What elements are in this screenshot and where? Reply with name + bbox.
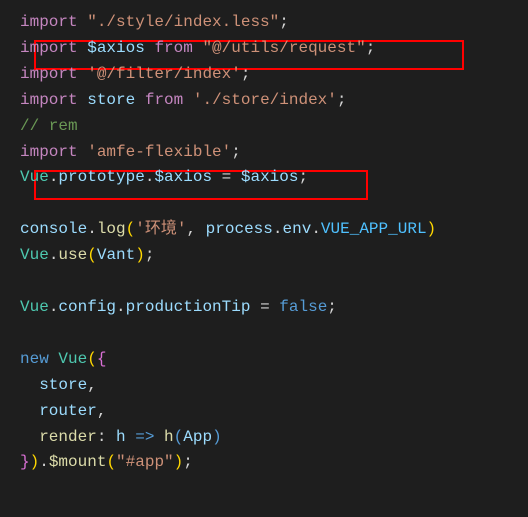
code-line: render: h => h(App) — [20, 425, 508, 451]
code-line: import '@/filter/index'; — [20, 62, 508, 88]
code-line: // rem — [20, 114, 508, 140]
code-line: import 'amfe-flexible'; — [20, 140, 508, 166]
blank-line — [20, 269, 508, 295]
code-line: import "./style/index.less"; — [20, 10, 508, 36]
code-editor: import "./style/index.less"; import $axi… — [20, 10, 508, 476]
blank-line — [20, 321, 508, 347]
code-line: import store from './store/index'; — [20, 88, 508, 114]
code-line: Vue.use(Vant); — [20, 243, 508, 269]
code-line: import $axios from "@/utils/request"; — [20, 36, 508, 62]
blank-line — [20, 191, 508, 217]
code-line: store, — [20, 373, 508, 399]
code-line: router, — [20, 399, 508, 425]
code-line: console.log('环境', process.env.VUE_APP_UR… — [20, 217, 508, 243]
code-line: }).$mount("#app"); — [20, 450, 508, 476]
code-line: Vue.prototype.$axios = $axios; — [20, 165, 508, 191]
code-line: Vue.config.productionTip = false; — [20, 295, 508, 321]
code-line: new Vue({ — [20, 347, 508, 373]
